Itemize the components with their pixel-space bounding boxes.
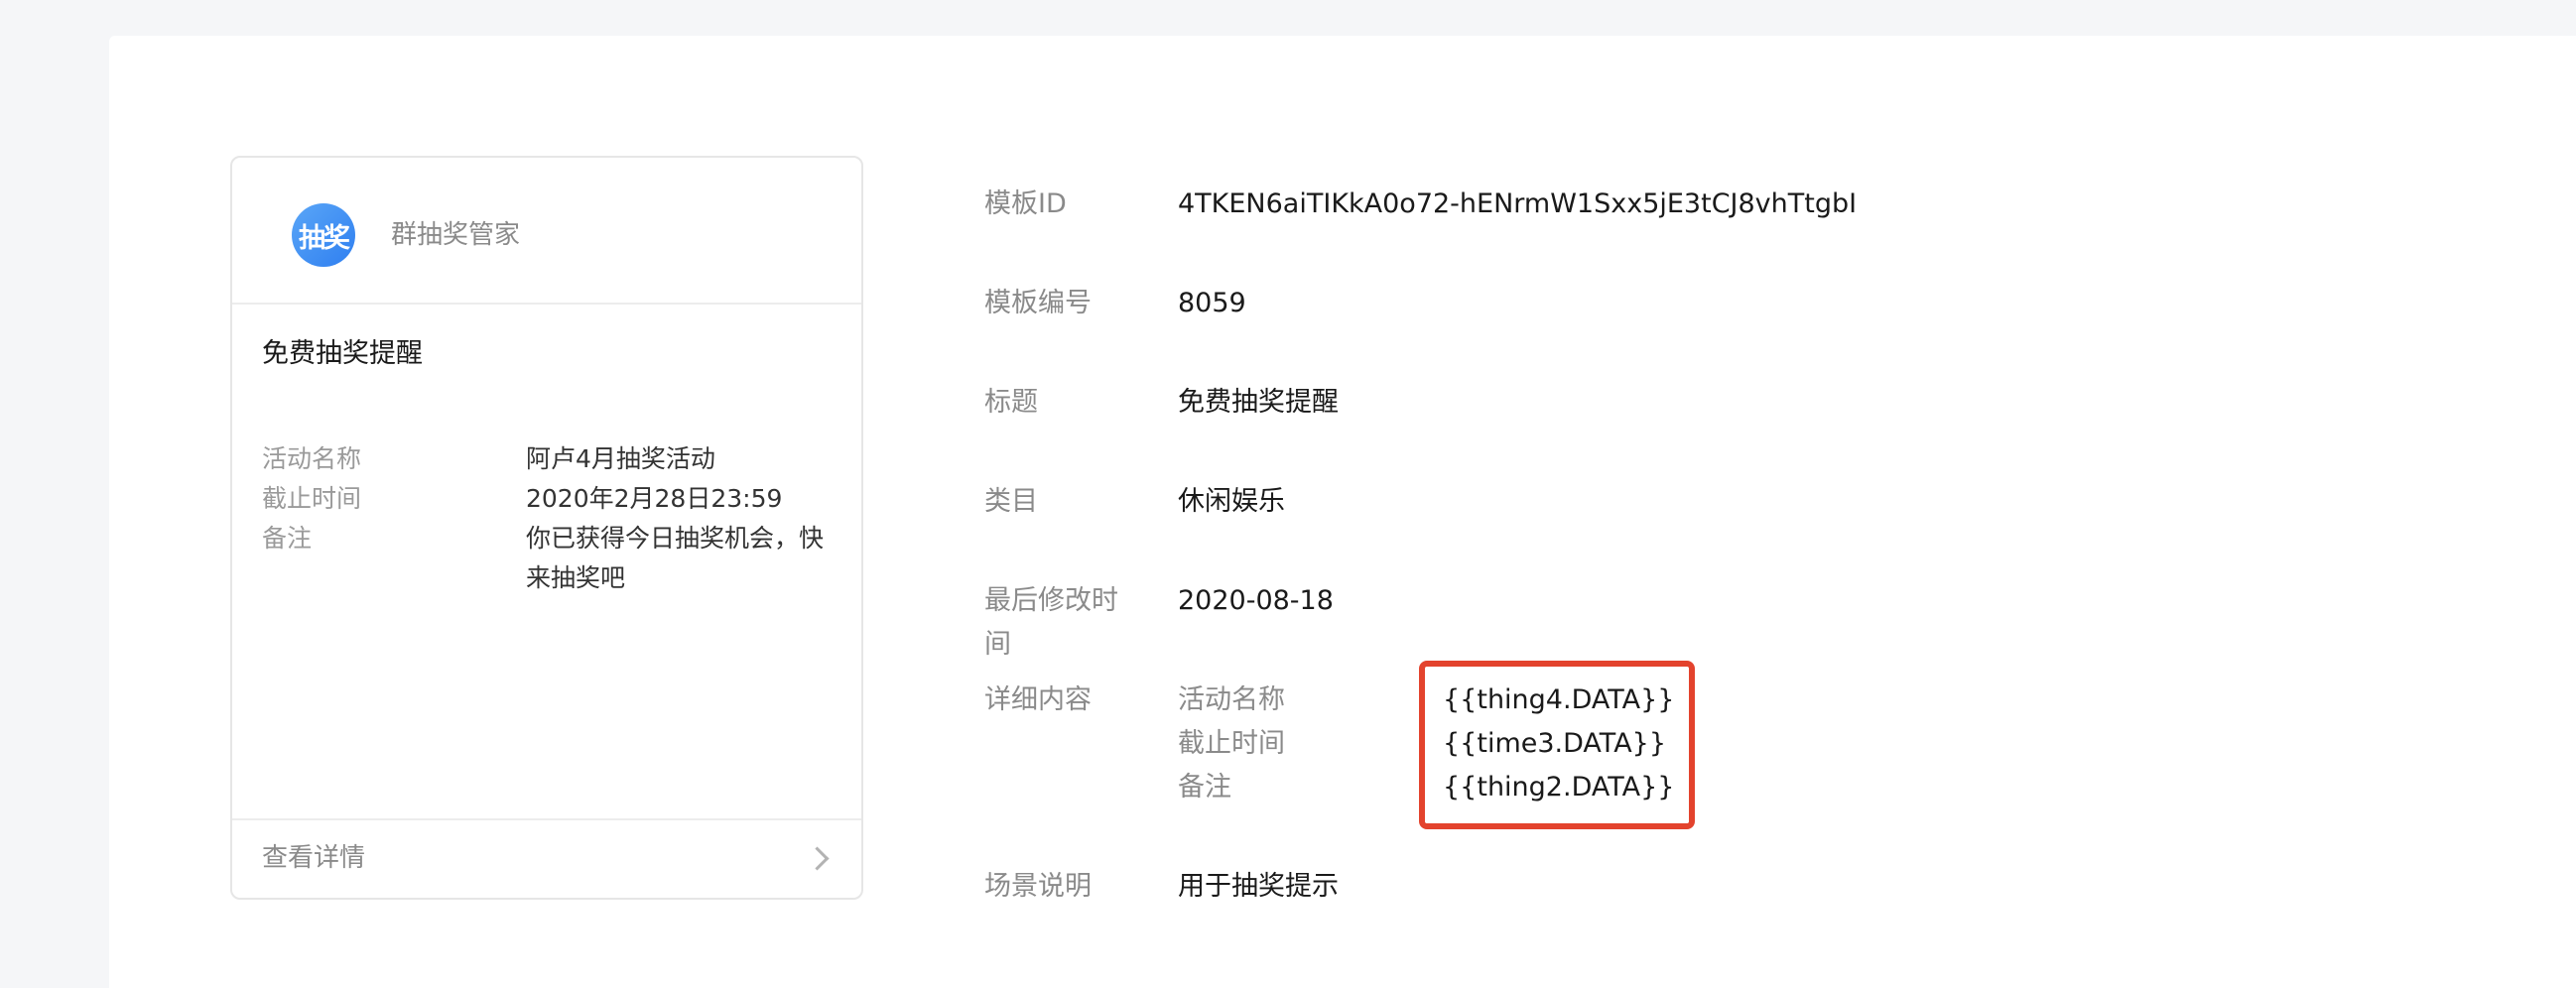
template-id-label: 模板ID [984,188,1067,219]
last-modified-label: 最后修改时间 [984,585,1118,660]
scene-label: 场景说明 [984,871,1092,902]
scene-value: 用于抽奖提示 [1178,871,1339,902]
view-details-link[interactable]: 查看详情 [232,818,861,898]
card-header: 抽奖 群抽奖管家 [232,158,861,305]
lottery-avatar-icon: 抽奖 [292,203,355,267]
detail-variable: {{time3.DATA}} [1443,728,1667,759]
card-field-row: 活动名称 阿卢4月抽奖活动 [262,439,837,479]
details-label: 详细内容 [984,684,1092,715]
card-field-key: 截止时间 [262,484,362,513]
view-details-label: 查看详情 [262,843,366,873]
card-field-value: 你已获得今日抽奖机会，快来抽奖吧 [526,524,825,592]
last-modified-value: 2020-08-18 [1178,585,1334,616]
message-preview-card: 抽奖 群抽奖管家 免费抽奖提醒 活动名称 阿卢4月抽奖活动 截止时间 2020年… [230,156,863,900]
detail-key: 备注 [1178,772,1231,803]
detail-variable: {{thing2.DATA}} [1443,772,1675,803]
template-id-value: 4TKEN6aiTIKkA0o72-hENrmW1Sxx5jE3tCJ8vhTt… [1178,188,1858,219]
template-number-value: 8059 [1178,288,1246,318]
category-value: 休闲娱乐 [1178,486,1285,517]
card-field-key: 活动名称 [262,444,362,473]
detail-key: 活动名称 [1178,684,1285,715]
card-field-value: 2020年2月28日23:59 [526,484,783,513]
account-name: 群抽奖管家 [391,220,521,250]
card-field-row: 备注 你已获得今日抽奖机会，快来抽奖吧 [262,519,837,598]
card-title: 免费抽奖提醒 [262,338,423,369]
title-value: 免费抽奖提醒 [1178,387,1339,418]
card-field-row: 截止时间 2020年2月28日23:59 [262,479,837,519]
card-fields: 活动名称 阿卢4月抽奖活动 截止时间 2020年2月28日23:59 备注 你已… [262,439,837,598]
detail-variable: {{thing4.DATA}} [1443,684,1675,715]
detail-key: 截止时间 [1178,728,1285,759]
card-field-key: 备注 [262,524,313,553]
title-label: 标题 [984,387,1038,418]
template-number-label: 模板编号 [984,288,1092,318]
category-label: 类目 [984,486,1038,517]
chevron-right-icon [805,846,830,871]
card-field-value: 阿卢4月抽奖活动 [526,444,715,473]
